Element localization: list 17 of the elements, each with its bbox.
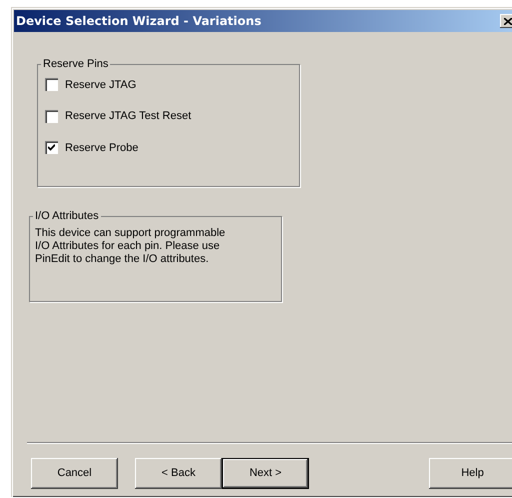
checkbox[interactable]: [45, 110, 58, 123]
close-icon: [504, 18, 512, 24]
group-title: Reserve Pins: [42, 57, 110, 72]
dialog-button[interactable]: Help: [429, 458, 512, 489]
dialog-button[interactable]: < Back: [135, 458, 222, 489]
checkbox-label: Reserve JTAG: [65, 78, 136, 92]
group-title: I/O Attributes: [34, 209, 100, 224]
window-title: Device Selection Wizard - Variations: [16, 13, 262, 30]
dialog-button[interactable]: Next >: [222, 458, 309, 489]
checkmark-icon: [48, 144, 55, 152]
checkbox[interactable]: [45, 78, 58, 92]
checkbox-label: Reserve JTAG Test Reset: [65, 109, 192, 124]
info-text: This device can support programmable I/O Attributes for each pin. Please use PinEdit to change the I/O attributes.: [35, 226, 226, 266]
dialog-button[interactable]: Cancel: [31, 458, 118, 489]
checkbox[interactable]: [45, 141, 58, 154]
checkbox-label: Reserve Probe: [65, 140, 138, 156]
close-button[interactable]: [500, 14, 512, 28]
